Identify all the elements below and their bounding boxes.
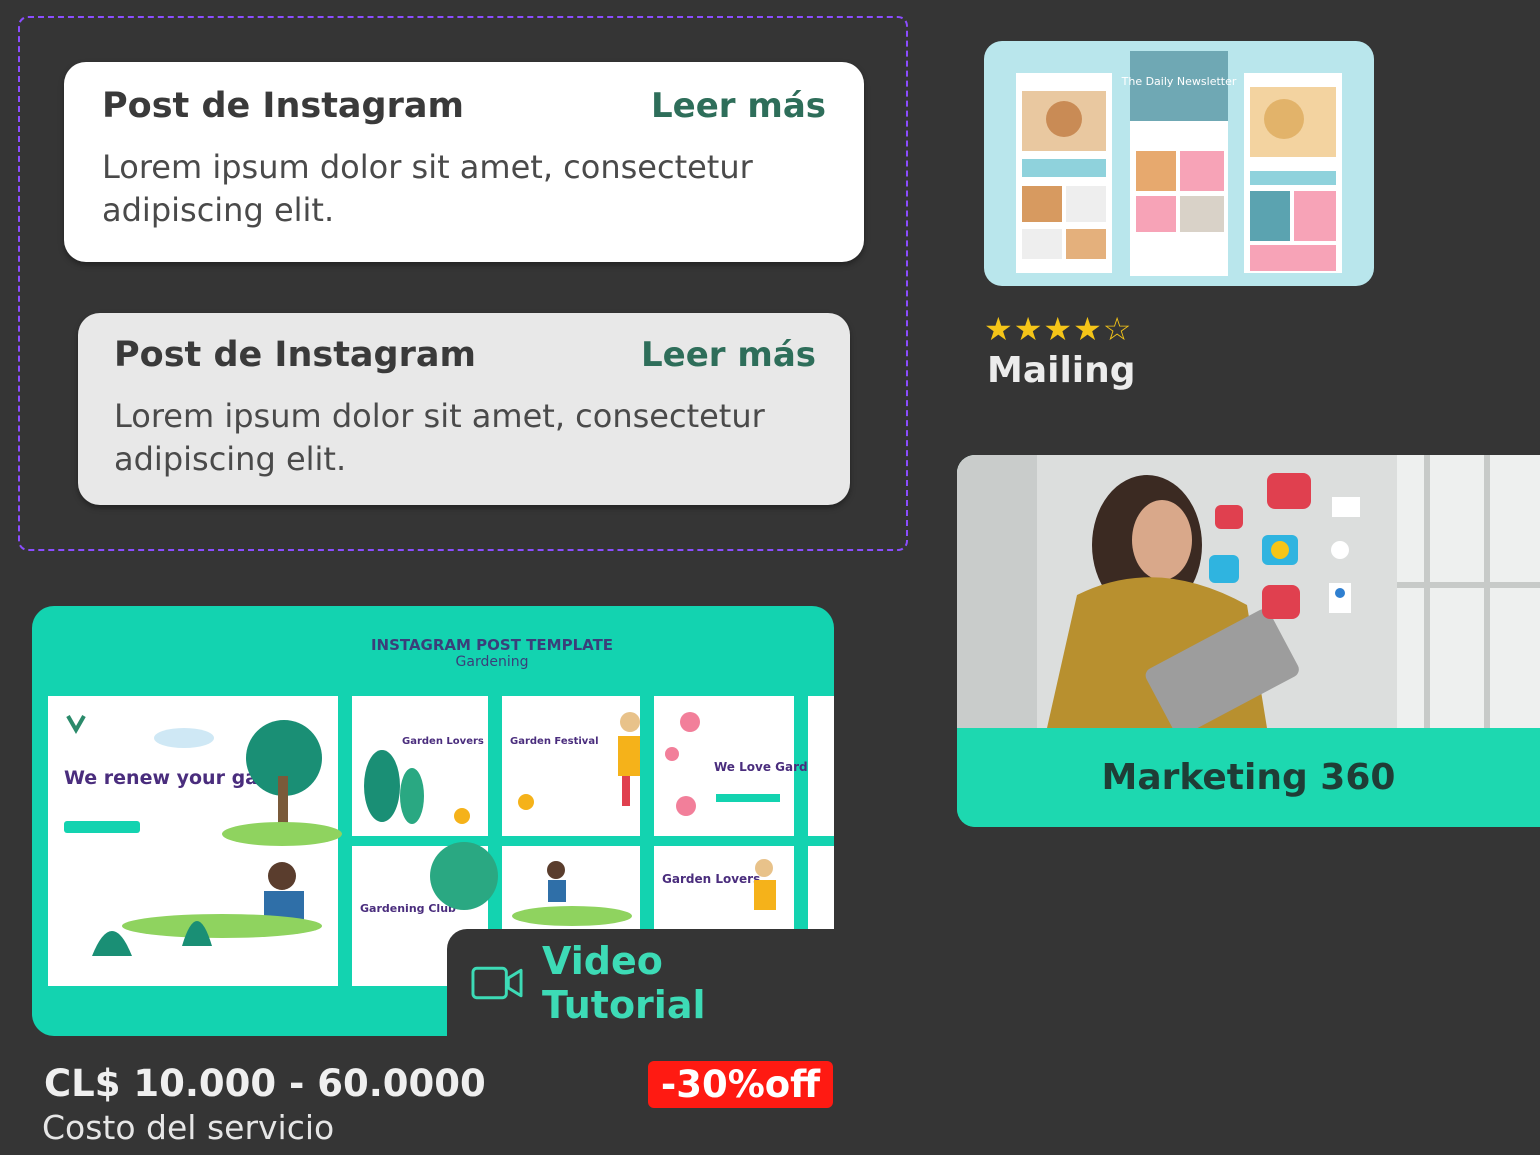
price-range: CL$ 10.000 - 60.0000 (44, 1062, 486, 1105)
newsletter-title: The Daily Newsletter (1121, 75, 1237, 88)
post-title: Post de Instagram (102, 86, 464, 126)
discount-badge: -30%off (648, 1061, 833, 1108)
post-card-default[interactable]: Post de Instagram Leer más Lorem ipsum d… (64, 62, 864, 262)
video-tutorial-label: Video Tutorial (541, 939, 706, 1027)
tile-text: Garden Lovers (662, 872, 760, 886)
read-more-link[interactable]: Leer más (641, 335, 816, 375)
woman-tablet-illustration (957, 455, 1540, 736)
marketing-label: Marketing 360 (957, 728, 1540, 827)
read-more-link[interactable]: Leer más (651, 86, 826, 126)
price-caption: Costo del servicio (42, 1108, 335, 1147)
video-tutorial-button[interactable]: Video Tutorial (447, 929, 834, 1037)
star-rating: ★★★★☆ (984, 310, 1132, 348)
rating-stars: ★★★★☆ (984, 310, 1133, 348)
post-title: Post de Instagram (114, 335, 476, 375)
newsletter-illustration: The Daily Newsletter (1016, 51, 1342, 276)
tile-text: Garden Lovers (402, 736, 484, 747)
tile-text: Garden Festival (510, 736, 599, 747)
mailing-thumbnail[interactable]: The Daily Newsletter (984, 41, 1374, 286)
post-body: Lorem ipsum dolor sit amet, consectetur … (114, 397, 765, 478)
marketing-photo (957, 455, 1540, 736)
post-card-pressed[interactable]: Post de Instagram Leer más Lorem ipsum d… (78, 313, 850, 505)
marketing-card[interactable]: Marketing 360 (957, 455, 1540, 827)
post-body: Lorem ipsum dolor sit amet, consectetur … (102, 148, 753, 229)
video-camera-icon (471, 966, 523, 1000)
mailing-label: Mailing (987, 350, 1136, 391)
tile-text: Gardening Club (360, 902, 456, 915)
